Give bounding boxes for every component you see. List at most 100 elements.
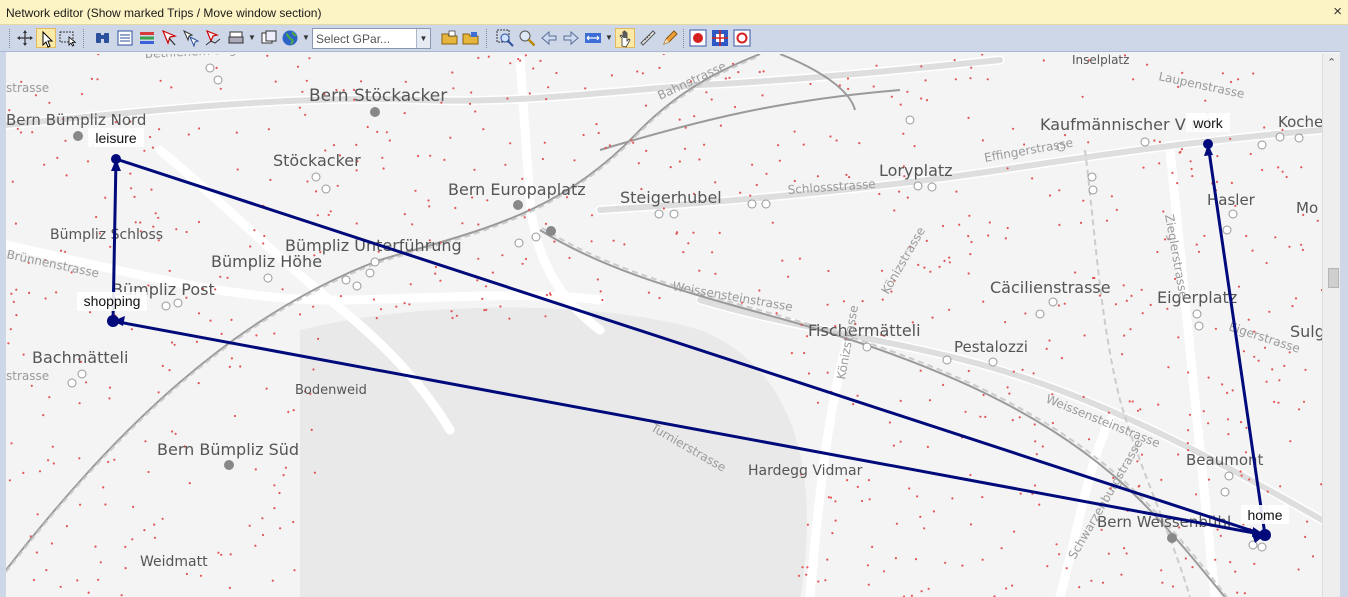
- close-icon[interactable]: ×: [1333, 3, 1342, 20]
- building-dot: [1195, 243, 1198, 246]
- building-dot: [714, 181, 717, 184]
- building-dot: [970, 240, 973, 244]
- window-border-right: [1340, 25, 1348, 597]
- building-dot: [375, 317, 378, 320]
- pan-icon[interactable]: [615, 28, 635, 48]
- building-dot: [1226, 391, 1229, 394]
- building-dot: [336, 184, 339, 187]
- building-dot: [698, 158, 701, 161]
- building-dot: [647, 291, 651, 294]
- building-dot: [1298, 408, 1301, 411]
- record-icon[interactable]: [688, 28, 708, 48]
- save-icon[interactable]: [461, 28, 481, 48]
- building-dot: [404, 80, 407, 83]
- building-dot: [1048, 339, 1051, 342]
- zone-node-shopping[interactable]: [107, 315, 119, 327]
- list-icon[interactable]: [115, 28, 135, 48]
- globe-icon[interactable]: [280, 28, 300, 48]
- back-icon[interactable]: [539, 28, 559, 48]
- building-dot: [129, 172, 132, 175]
- building-dot: [292, 520, 295, 524]
- building-dot: [482, 128, 485, 131]
- vertical-scrollbar[interactable]: ⌃: [1322, 54, 1340, 597]
- building-dot: [199, 574, 203, 577]
- building-dot: [1236, 591, 1239, 594]
- building-dot: [923, 266, 926, 269]
- building-dot: [824, 579, 827, 582]
- building-dot: [1197, 250, 1201, 253]
- building-dot: [1120, 573, 1123, 576]
- building-dot: [185, 230, 188, 234]
- find-icon[interactable]: [93, 28, 113, 48]
- building-dot: [170, 86, 173, 89]
- open-icon[interactable]: [440, 28, 460, 48]
- building-dot: [834, 500, 837, 503]
- zoom-area-icon[interactable]: [495, 28, 515, 48]
- building-dot: [78, 402, 81, 405]
- building-dot: [751, 163, 754, 166]
- building-dot: [961, 564, 964, 567]
- building-dot: [931, 316, 934, 319]
- building-dot: [1266, 490, 1269, 493]
- building-dot: [1034, 440, 1037, 443]
- building-dot: [846, 479, 849, 482]
- building-dot: [979, 415, 982, 418]
- building-dot: [1273, 400, 1276, 403]
- toolbar-grip[interactable]: [9, 29, 12, 48]
- fit-icon[interactable]: [583, 28, 603, 48]
- zone-node-home[interactable]: [1259, 529, 1271, 541]
- zone-node-work[interactable]: [1203, 139, 1213, 149]
- building-dot: [758, 289, 761, 292]
- center-icon[interactable]: [710, 28, 730, 48]
- mark-path-icon[interactable]: [203, 28, 223, 48]
- edit-icon[interactable]: [660, 28, 680, 48]
- building-dot: [1128, 400, 1131, 403]
- network-map[interactable]: Bern Stöckacker Bern Bümpliz Nord Stöckack…: [6, 54, 1322, 597]
- chevron-down-icon[interactable]: ▼: [605, 33, 613, 42]
- zone-node-leisure[interactable]: [111, 154, 121, 164]
- layers-icon[interactable]: [137, 28, 157, 48]
- building-dot: [630, 139, 633, 142]
- building-dot: [385, 131, 388, 134]
- building-dot: [967, 272, 970, 275]
- building-dot: [969, 523, 973, 526]
- select-area-icon[interactable]: [58, 28, 78, 48]
- gpar-select[interactable]: Select GPar... ▼: [312, 28, 431, 49]
- snapshot-icon[interactable]: [732, 28, 752, 48]
- building-dot: [967, 235, 970, 238]
- building-dot: [372, 298, 376, 301]
- building-dot: [731, 62, 735, 65]
- scroll-thumb[interactable]: [1328, 268, 1339, 288]
- chevron-down-icon[interactable]: ▼: [302, 33, 310, 42]
- building-dot: [1204, 99, 1207, 102]
- scroll-up-icon[interactable]: ⌃: [1327, 56, 1336, 69]
- chevron-down-icon[interactable]: ▼: [248, 33, 256, 42]
- map-canvas[interactable]: Bern Stöckacker Bern Bümpliz Nord Stöckack…: [6, 54, 1322, 597]
- screen-icon[interactable]: [259, 28, 279, 48]
- measure-icon[interactable]: [638, 28, 658, 48]
- building-dot: [597, 131, 600, 135]
- building-dot: [1101, 581, 1105, 584]
- building-dot: [1288, 245, 1291, 248]
- park-area: [300, 307, 807, 597]
- building-dot: [1139, 408, 1142, 411]
- move-icon[interactable]: [15, 28, 35, 48]
- building-dot: [590, 240, 593, 243]
- select-icon[interactable]: [36, 28, 56, 48]
- building-dot: [1033, 484, 1037, 487]
- forward-icon[interactable]: [561, 28, 581, 48]
- building-dot: [1177, 453, 1180, 456]
- building-dot: [19, 131, 23, 134]
- zoom-icon[interactable]: [517, 28, 537, 48]
- building-dot: [329, 210, 332, 213]
- chevron-down-icon[interactable]: ▼: [416, 29, 430, 48]
- building-dot: [87, 591, 90, 594]
- mark-icon[interactable]: [159, 28, 179, 48]
- print-icon[interactable]: [226, 28, 246, 48]
- building-dot: [1114, 303, 1117, 306]
- mark-multi-icon[interactable]: [181, 28, 201, 48]
- building-dot: [439, 279, 442, 282]
- building-dot: [408, 303, 411, 306]
- building-dot: [153, 523, 156, 526]
- building-dot: [919, 369, 922, 372]
